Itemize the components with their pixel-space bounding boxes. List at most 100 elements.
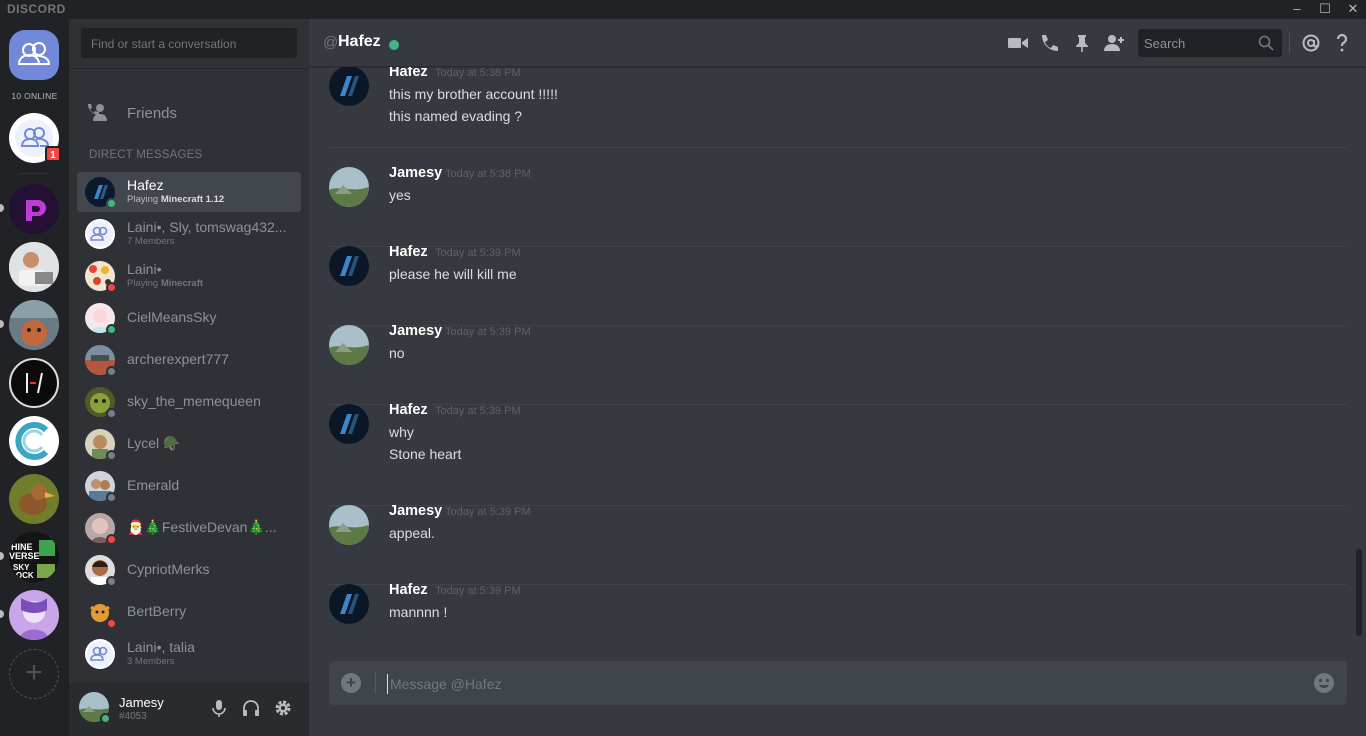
avatar[interactable] bbox=[329, 584, 369, 624]
avatar[interactable] bbox=[329, 246, 369, 286]
dm-name: CypriotMerks bbox=[127, 561, 210, 577]
server-icon-5[interactable] bbox=[9, 416, 59, 466]
dm-name: Laini• bbox=[127, 261, 162, 277]
message-group[interactable]: Jamesy Today at 5:39 PM no bbox=[329, 323, 1347, 405]
help-icon[interactable] bbox=[1331, 33, 1353, 53]
avatar[interactable] bbox=[329, 505, 369, 545]
message-input[interactable] bbox=[387, 674, 1287, 694]
dm-item[interactable]: Lycel 🪖 bbox=[77, 424, 301, 464]
dm-name: Laini•, Sly, tomswag432... bbox=[127, 219, 287, 235]
unread-indicator bbox=[0, 320, 4, 328]
status-indicator bbox=[389, 40, 399, 50]
add-server-button[interactable]: + bbox=[9, 649, 59, 699]
chat-area: @ Hafez Search Hafez Today at 5:38 PM th… bbox=[309, 19, 1366, 736]
message-text: no bbox=[389, 345, 405, 361]
settings-gear-icon[interactable] bbox=[273, 698, 293, 718]
dm-item[interactable]: CielMeansSky bbox=[77, 298, 301, 338]
status-indicator bbox=[106, 366, 117, 377]
maximize-button[interactable]: ☐ bbox=[1310, 0, 1340, 19]
user-tag: #4053 bbox=[119, 711, 147, 722]
server-icon-7[interactable]: HINE VERSE SKY LOCK bbox=[9, 532, 59, 582]
add-friend-icon[interactable] bbox=[1103, 33, 1125, 53]
close-button[interactable]: ✕ bbox=[1338, 0, 1366, 19]
server-icon-2[interactable] bbox=[9, 242, 59, 292]
emoji-picker-icon[interactable] bbox=[1313, 672, 1335, 694]
avatar[interactable] bbox=[329, 67, 369, 106]
dm-name: Lycel 🪖 bbox=[127, 435, 181, 451]
online-count: 10 ONLINE bbox=[11, 91, 58, 101]
dm-search-input[interactable]: Find or start a conversation bbox=[81, 28, 297, 58]
pin-icon[interactable] bbox=[1071, 33, 1093, 53]
dm-item[interactable]: Laini•, Sly, tomswag432... 7 Members bbox=[77, 214, 301, 254]
friends-button[interactable]: Friends bbox=[77, 96, 301, 130]
message-group[interactable]: Hafez Today at 5:39 PM please he will kill… bbox=[329, 244, 1347, 326]
dm-name: 🎅🎄FestiveDevan🎄... bbox=[127, 519, 277, 535]
voice-call-icon[interactable] bbox=[1039, 33, 1061, 53]
avatar[interactable] bbox=[329, 325, 369, 365]
status-indicator bbox=[106, 282, 117, 293]
message-author[interactable]: Hafez bbox=[389, 244, 428, 260]
svg-text:VERSE: VERSE bbox=[9, 551, 40, 561]
dm-name: Emerald bbox=[127, 477, 180, 493]
message-timestamp: Today at 5:39 PM bbox=[435, 247, 521, 259]
dm-item[interactable]: BertBerry bbox=[77, 592, 301, 632]
message-list[interactable]: Hafez Today at 5:38 PM this my brother acc… bbox=[309, 67, 1366, 659]
message-author[interactable]: Jamesy bbox=[389, 503, 442, 519]
chat-recipient-name: Hafez bbox=[338, 33, 381, 50]
dm-name: sky_the_memequeen bbox=[127, 393, 261, 409]
avatar bbox=[85, 639, 115, 669]
mentions-icon[interactable] bbox=[1300, 33, 1322, 53]
server-icon-4[interactable] bbox=[9, 358, 59, 408]
dm-name: Laini•, talia bbox=[127, 639, 195, 655]
message-group[interactable]: Hafez Today at 5:38 PM this my brother acc… bbox=[329, 67, 1347, 148]
search-input[interactable]: Search bbox=[1138, 29, 1282, 57]
message-author[interactable]: Hafez bbox=[389, 582, 428, 598]
mention-badge: 1 bbox=[45, 146, 61, 162]
dm-item[interactable]: archerexpert777 bbox=[77, 340, 301, 380]
direct-messages-heading: DIRECT MESSAGES bbox=[89, 149, 203, 161]
video-call-icon[interactable] bbox=[1007, 33, 1029, 53]
dm-item[interactable]: Hafez Playing Minecraft 1.12 bbox=[77, 172, 301, 212]
message-author[interactable]: Jamesy bbox=[389, 323, 442, 339]
dm-sidebar: Find or start a conversation Friends DIR… bbox=[69, 19, 309, 736]
title-bar: DISCORD – ☐ ✕ bbox=[0, 0, 1366, 19]
message-group[interactable]: Hafez Today at 5:39 PM mannnn ! bbox=[329, 582, 1347, 659]
status-indicator bbox=[106, 534, 117, 545]
message-author[interactable]: Hafez bbox=[389, 67, 428, 80]
dm-item[interactable]: 🎅🎄FestiveDevan🎄... bbox=[77, 508, 301, 548]
server-icon-3[interactable] bbox=[9, 300, 59, 350]
dm-activity: Minecraft 1.12 bbox=[160, 194, 225, 205]
dm-name: Hafez bbox=[127, 177, 164, 193]
avatar[interactable] bbox=[329, 167, 369, 207]
dm-item[interactable]: sky_the_memequeen bbox=[77, 382, 301, 422]
dm-item[interactable]: Laini• Playing Minecraft bbox=[77, 256, 301, 296]
message-timestamp: Today at 5:39 PM bbox=[435, 585, 521, 597]
message-group[interactable]: Jamesy Today at 5:38 PM yes bbox=[329, 165, 1347, 247]
minimize-button[interactable]: – bbox=[1282, 0, 1312, 19]
dm-item[interactable]: Emerald bbox=[77, 466, 301, 506]
dm-subtext-prefix: 7 Members bbox=[127, 236, 175, 247]
guild-separator bbox=[19, 173, 49, 174]
message-author[interactable]: Hafez bbox=[389, 402, 428, 418]
message-author[interactable]: Jamesy bbox=[389, 165, 442, 181]
server-icon-1[interactable] bbox=[9, 184, 59, 234]
avatar[interactable] bbox=[329, 404, 369, 444]
dm-activity: Minecraft bbox=[160, 278, 204, 289]
dm-item[interactable]: Laini•, talia 3 Members bbox=[77, 634, 301, 674]
at-symbol: @ bbox=[323, 34, 339, 51]
server-logo bbox=[26, 372, 43, 394]
message-text: this named evading ? bbox=[389, 108, 523, 124]
home-button[interactable] bbox=[9, 30, 59, 80]
server-icon-6[interactable] bbox=[9, 474, 59, 524]
server-icon-8[interactable] bbox=[9, 590, 59, 640]
scrollbar-thumb[interactable] bbox=[1356, 549, 1362, 636]
message-timestamp: Today at 5:38 PM bbox=[445, 168, 531, 180]
dm-item[interactable]: CypriotMerks bbox=[77, 550, 301, 590]
dm-subtext: Playing Minecraft 1.12 bbox=[127, 194, 224, 205]
status-indicator bbox=[106, 408, 117, 419]
headphones-icon[interactable] bbox=[241, 698, 261, 718]
message-group[interactable]: Hafez Today at 5:39 PM why Stone heart bbox=[329, 402, 1347, 506]
microphone-icon[interactable] bbox=[209, 698, 229, 718]
message-group[interactable]: Jamesy Today at 5:39 PM appeal. bbox=[329, 503, 1347, 585]
upload-button[interactable]: + bbox=[341, 673, 361, 693]
